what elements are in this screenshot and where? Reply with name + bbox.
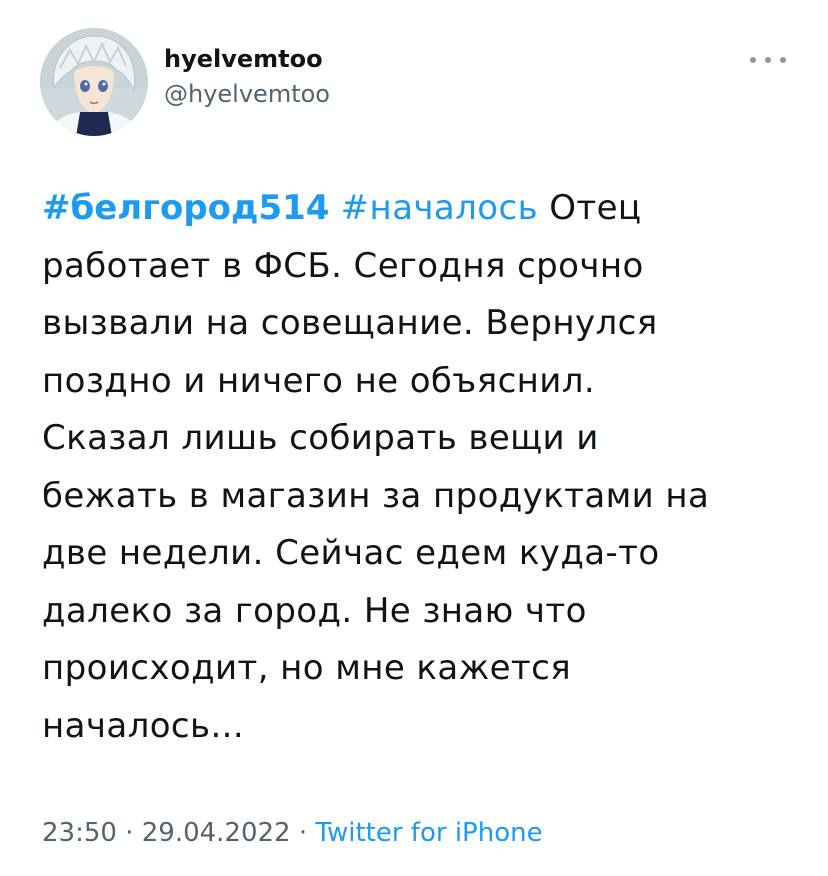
tweet-line: две недели. Сейчас едем куда-то xyxy=(42,533,660,573)
user-handle[interactable]: @hyelvemtoo xyxy=(164,78,330,110)
tweet-line: вызвали на совещание. Вернулся xyxy=(42,303,658,343)
dot xyxy=(750,57,756,63)
tweet-date[interactable]: 29.04.2022 xyxy=(142,818,291,848)
display-name[interactable]: hyelvemtoo xyxy=(164,44,330,74)
author-block[interactable]: hyelvemtoo @hyelvemtoo xyxy=(164,44,330,110)
avatar-image xyxy=(40,28,148,136)
tweet-line: происходит, но мне кажется xyxy=(42,648,572,688)
meta-separator: · xyxy=(116,818,142,848)
tweet-card: hyelvemtoo @hyelvemtoo #белгород514 #нач… xyxy=(0,0,828,876)
tweet-time[interactable]: 23:50 xyxy=(42,818,117,848)
tweet-line: началось... xyxy=(42,705,245,746)
meta-separator: · xyxy=(290,818,316,848)
tweet-line: работает в ФСБ. Сегодня срочно xyxy=(42,245,644,286)
hashtag-link[interactable]: #началось xyxy=(341,188,538,228)
hashtag-link[interactable]: #белгород514 xyxy=(42,188,329,228)
more-horizontal-icon[interactable] xyxy=(750,52,786,68)
tweet-text: #белгород514 #началось Отец работает в Ф… xyxy=(42,180,802,755)
tweet-line: бежать в магазин за продуктами на xyxy=(42,475,710,516)
tweet-text-fragment: Отец xyxy=(538,188,642,228)
dot xyxy=(780,57,786,63)
tweet-meta: 23:50 · 29.04.2022 · Twitter for iPhone xyxy=(42,816,543,850)
dot xyxy=(765,57,771,63)
tweet-source-link[interactable]: Twitter for iPhone xyxy=(315,818,542,848)
tweet-line: Сказал лишь собирать вещи и xyxy=(42,418,599,458)
avatar[interactable] xyxy=(40,28,148,136)
tweet-line: далеко за город. Не знаю что xyxy=(42,590,587,631)
tweet-line: поздно и ничего не объяснил. xyxy=(42,360,596,401)
